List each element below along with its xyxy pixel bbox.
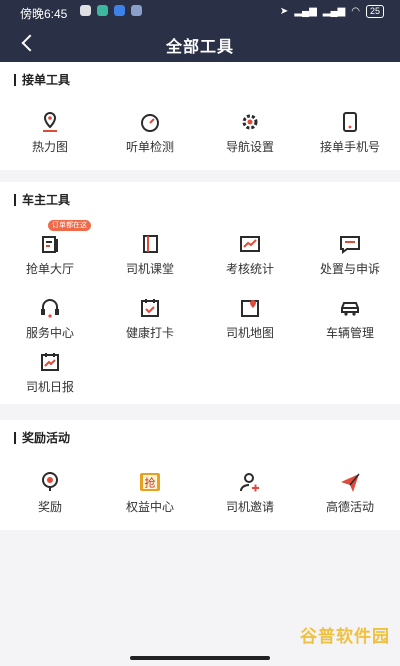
app-notification-icon [114,5,125,16]
tool-label: 高德活动 [325,500,374,514]
tool-label: 车辆管理 [325,326,374,340]
signal-icon: ▂▄▆ [322,6,346,17]
tool-label: 奖励 [37,500,62,514]
tool-order-phone[interactable]: 接单手机号 [300,110,400,155]
app-notification-icon [131,5,142,16]
new-badge: 订单都在这 [48,220,91,231]
tool-label: 司机地图 [225,326,274,340]
gear-icon [238,110,262,134]
tool-assessment-stats[interactable]: 考核统计 [200,232,300,277]
tool-label: 处置与申诉 [319,262,380,276]
tool-rights-center[interactable]: 抢 权益中心 [100,470,200,515]
tool-driver-map[interactable]: 司机地图 [200,296,300,341]
top-header: 傍晚6:45 ➤ ▂▄▆ ▂▄▆ ◠ 25 全部工具 [0,0,400,62]
order-list-icon [38,232,62,256]
tool-reward[interactable]: 奖励 [0,470,100,515]
tool-label: 抢单大厅 [25,262,74,276]
tool-vehicle-management[interactable]: 车辆管理 [300,296,400,341]
signal-icon: ▂▄▆ [294,6,317,17]
rights-icon-text: 抢 [145,476,156,490]
tool-nav-settings[interactable]: 导航设置 [200,110,300,155]
section-reward-activities: 奖励活动 奖励 抢 权益中心 司机邀请 高德活动 [0,420,400,530]
calendar-check-icon [138,296,162,320]
watermark-text: 谷普软件园 [300,627,390,646]
tool-label: 司机邀请 [225,500,274,514]
tool-service-center[interactable]: 服务中心 [0,296,100,341]
nav-bar: 全部工具 [0,24,400,62]
notification-icon [80,5,91,16]
message-icon [338,232,362,256]
section-driver-tools: 车主工具 订单都在这 抢单大厅 司机课堂 考核统计 处置与申诉 服务中心 健康打… [0,182,400,404]
tool-label: 司机日报 [25,380,74,394]
tool-driver-daily-report[interactable]: 司机日报 [0,350,100,395]
tool-label: 接单手机号 [319,140,380,154]
tool-listen-check[interactable]: 听单检测 [100,110,200,155]
section-title: 车主工具 [14,194,70,206]
page-title: 全部工具 [165,39,234,56]
status-indicators: ➤ ▂▄▆ ▂▄▆ ◠ 25 [280,5,384,18]
chart-icon [238,232,262,256]
section-order-tools: 接单工具 热力图 听单检测 导航设置 接单手机号 [0,62,400,170]
reward-icon [38,470,62,494]
map-icon [238,296,262,320]
report-icon [38,350,62,374]
status-app-icons [80,5,142,16]
app-notification-icon [97,5,108,16]
status-bar: 傍晚6:45 ➤ ▂▄▆ ▂▄▆ ◠ 25 [0,0,400,24]
tool-grab-order-hall[interactable]: 订单都在这 抢单大厅 [0,220,100,277]
headset-icon [38,296,62,320]
wifi-icon: ◠ [351,6,360,17]
status-time: 傍晚6:45 [20,7,68,21]
gauge-icon [138,110,162,134]
phone-icon [338,110,362,134]
rights-icon: 抢 [138,470,162,494]
tool-health-checkin[interactable]: 健康打卡 [100,296,200,341]
invite-icon [238,470,262,494]
tool-label: 导航设置 [225,140,274,154]
tool-heatmap[interactable]: 热力图 [0,110,100,155]
car-icon [338,296,362,320]
tool-disposal-appeal[interactable]: 处置与申诉 [300,232,400,277]
tool-label: 权益中心 [125,500,174,514]
tool-label: 服务中心 [25,326,74,340]
home-indicator[interactable] [130,656,270,660]
tool-amap-activity[interactable]: 高德活动 [300,470,400,515]
paper-plane-icon [338,470,362,494]
tool-driver-invite[interactable]: 司机邀请 [200,470,300,515]
tool-label: 司机课堂 [125,262,174,276]
tool-label: 热力图 [31,140,68,154]
book-icon [138,232,162,256]
section-title: 接单工具 [14,74,70,86]
tool-label: 考核统计 [225,262,274,276]
tool-driver-class[interactable]: 司机课堂 [100,232,200,277]
tool-label: 听单检测 [125,140,174,154]
location-icon: ➤ [279,6,289,17]
section-title: 奖励活动 [14,432,70,444]
heatmap-pin-icon [38,110,62,134]
battery-icon: 25 [365,5,384,18]
tool-label: 健康打卡 [125,326,174,340]
